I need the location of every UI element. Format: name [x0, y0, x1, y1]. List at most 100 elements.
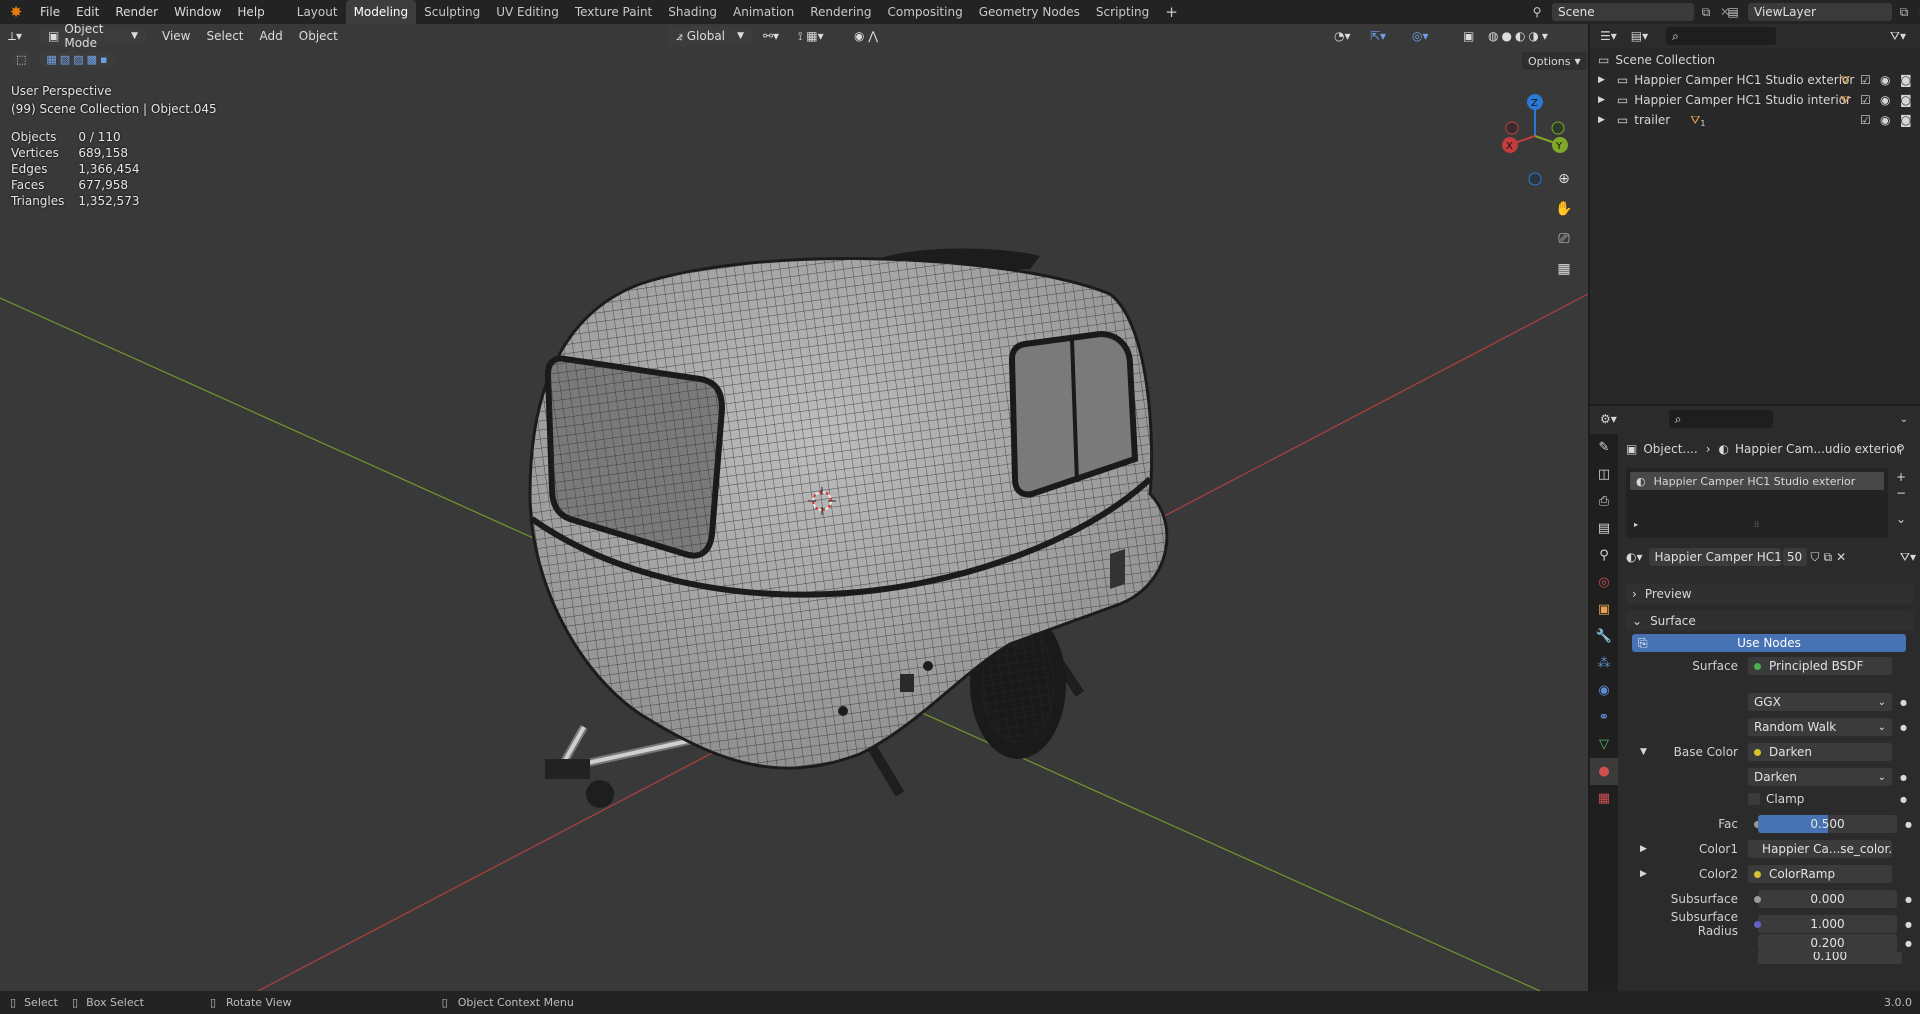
- display-mode-icon[interactable]: ▤▾: [1631, 29, 1648, 43]
- tab-texture-paint[interactable]: Texture Paint: [567, 0, 660, 24]
- menu-object[interactable]: Object: [291, 26, 346, 46]
- properties-search-input[interactable]: ⌕: [1668, 410, 1773, 428]
- object-tab-icon[interactable]: ▣: [1590, 596, 1618, 623]
- menu-file[interactable]: File: [32, 0, 68, 24]
- tool-tab-icon[interactable]: ✎: [1590, 434, 1618, 461]
- material-tab-icon[interactable]: ●: [1590, 758, 1618, 785]
- menu-view[interactable]: View: [154, 26, 198, 46]
- tab-shading[interactable]: Shading: [660, 0, 725, 24]
- perspective-grid-icon[interactable]: ▦: [1549, 254, 1579, 284]
- viewlayer-field[interactable]: ViewLayer: [1748, 3, 1892, 21]
- visibility-icon[interactable]: ◔▾: [1326, 26, 1359, 46]
- render-tab-icon[interactable]: ◫: [1590, 461, 1618, 488]
- color2-field[interactable]: ColorRamp: [1748, 865, 1892, 883]
- slot-menu-icon[interactable]: ⌄: [1896, 512, 1906, 526]
- eye-icon[interactable]: ◉: [1880, 73, 1890, 87]
- scene-collection-row[interactable]: ▭ Scene Collection: [1598, 50, 1715, 70]
- options-button[interactable]: Options ▼: [1522, 52, 1587, 70]
- transform-orientation-dropdown[interactable]: ⦨ Global ▼: [668, 26, 752, 46]
- eye-icon[interactable]: ◉: [1880, 113, 1890, 127]
- close-viewlayer-icon[interactable]: ✕: [1916, 5, 1920, 19]
- checkbox-icon[interactable]: ☑: [1860, 73, 1871, 87]
- outliner-editor-icon[interactable]: ☰▾: [1600, 29, 1617, 43]
- menu-help[interactable]: Help: [229, 0, 272, 24]
- tab-animation[interactable]: Animation: [725, 0, 802, 24]
- keyframe-dot-icon[interactable]: ●: [1900, 698, 1907, 707]
- constraints-tab-icon[interactable]: ⚭: [1590, 704, 1618, 731]
- unlink-icon[interactable]: ✕: [1836, 550, 1846, 564]
- keyframe-dot-icon[interactable]: ●: [1900, 723, 1907, 732]
- world-tab-icon[interactable]: ◎: [1590, 569, 1618, 596]
- keyframe-dot-icon[interactable]: ●: [1900, 795, 1907, 804]
- camper-trailer-model[interactable]: [528, 248, 1169, 808]
- fac-slider[interactable]: 0.500: [1758, 815, 1898, 833]
- blend-mode-dropdown[interactable]: Darken ⌄: [1748, 768, 1892, 786]
- camera-icon[interactable]: ◙: [1900, 93, 1912, 107]
- keyframe-dot-icon[interactable]: ●: [1905, 820, 1912, 829]
- scene-tab-icon[interactable]: ⚲: [1590, 542, 1618, 569]
- distribution-dropdown[interactable]: GGX ⌄: [1748, 693, 1892, 711]
- gizmo-toggle-icon[interactable]: ⇱▾: [1362, 26, 1394, 46]
- subsurface-radius-z-field[interactable]: 0.100: [1758, 952, 1902, 964]
- clamp-checkbox[interactable]: Clamp: [1748, 792, 1892, 806]
- overlays-toggle-icon[interactable]: ◎▾: [1404, 26, 1437, 46]
- fake-user-icon[interactable]: ⛉: [1811, 550, 1820, 565]
- view-layer-tab-icon[interactable]: ▤: [1590, 515, 1618, 542]
- pan-hand-icon[interactable]: ✋: [1549, 194, 1579, 224]
- menu-add[interactable]: Add: [252, 26, 291, 46]
- surface-shader-field[interactable]: Principled BSDF: [1748, 657, 1892, 675]
- scene-field[interactable]: Scene: [1552, 3, 1694, 21]
- 3d-viewport[interactable]: ⟂▾ ▣ Object Mode ▼ View Select Add Objec…: [0, 24, 1588, 991]
- tab-compositing[interactable]: Compositing: [879, 0, 970, 24]
- xray-toggle-icon[interactable]: ▣: [1455, 26, 1482, 46]
- menu-render[interactable]: Render: [107, 0, 166, 24]
- menu-select[interactable]: Select: [198, 26, 251, 46]
- expand-right-icon[interactable]: ▶: [1640, 869, 1647, 879]
- remove-slot-icon[interactable]: −: [1896, 486, 1906, 500]
- tab-uv-editing[interactable]: UV Editing: [488, 0, 567, 24]
- color1-field[interactable]: Happier Ca...se_color.png: [1748, 840, 1892, 858]
- material-slot-item[interactable]: ◐ Happier Camper HC1 Studio exterior: [1630, 472, 1884, 490]
- tab-modeling[interactable]: Modeling: [345, 0, 417, 24]
- subsurface-field[interactable]: 0.000: [1758, 890, 1898, 908]
- checkbox-icon[interactable]: ☑: [1860, 113, 1871, 127]
- add-workspace-icon[interactable]: +: [1157, 0, 1186, 24]
- editor-type-icon[interactable]: ⟂▾: [0, 26, 40, 46]
- subsurface-method-dropdown[interactable]: Random Walk ⌄: [1748, 718, 1892, 736]
- expand-icon[interactable]: ▶: [1598, 115, 1605, 125]
- outliner-item[interactable]: ▶ ▭ Happier Camper HC1 Studio exterior ⛛…: [1590, 70, 1920, 90]
- subsurface-radius-x-field[interactable]: 1.000: [1758, 915, 1898, 933]
- keyframe-dot-icon[interactable]: ●: [1905, 939, 1912, 948]
- camera-icon[interactable]: ◙: [1900, 73, 1912, 87]
- tab-layout[interactable]: Layout: [289, 0, 346, 24]
- preview-panel-header[interactable]: › Preview: [1626, 584, 1914, 604]
- users-count[interactable]: 50: [1782, 548, 1807, 566]
- tab-sculpting[interactable]: Sculpting: [416, 0, 488, 24]
- pivot-point-icon[interactable]: ⚯▾: [755, 26, 787, 46]
- select-box-icons[interactable]: ▦▧▨▩▪: [40, 52, 117, 67]
- tab-geometry-nodes[interactable]: Geometry Nodes: [971, 0, 1088, 24]
- keyframe-dot-icon[interactable]: ●: [1900, 773, 1907, 782]
- object-mode-dropdown[interactable]: ▣ Object Mode ▼: [40, 24, 146, 50]
- shading-modes-icon[interactable]: ◍●◐◑▾: [1480, 26, 1559, 46]
- eye-icon[interactable]: ◉: [1880, 93, 1890, 107]
- menu-edit[interactable]: Edit: [68, 0, 107, 24]
- node-link-icon[interactable]: ⛛▾: [1900, 550, 1916, 565]
- use-nodes-button[interactable]: ⎘ Use Nodes: [1632, 634, 1906, 652]
- scene-icon[interactable]: ⚲: [1526, 5, 1548, 19]
- expand-down-icon[interactable]: ▼: [1640, 747, 1647, 757]
- checkbox-icon[interactable]: ☑: [1860, 93, 1871, 107]
- viewlayer-icon[interactable]: ▤: [1722, 5, 1744, 19]
- surface-panel-header[interactable]: ⌄ Surface: [1626, 611, 1914, 631]
- physics-tab-icon[interactable]: ◉: [1590, 677, 1618, 704]
- outliner-search-input[interactable]: ⌕: [1666, 27, 1777, 45]
- camera-view-icon[interactable]: ⎚: [1549, 224, 1579, 254]
- expand-icon[interactable]: ▸: [1634, 520, 1638, 529]
- select-tool-icon[interactable]: ⬚: [12, 52, 31, 67]
- chevron-down-icon[interactable]: ⌄: [1900, 414, 1908, 425]
- expand-icon[interactable]: ▶: [1598, 75, 1605, 85]
- tab-scripting[interactable]: Scripting: [1088, 0, 1157, 24]
- outliner-item[interactable]: ▶ ▭ Happier Camper HC1 Studio interior ⛛…: [1590, 90, 1920, 110]
- material-browse-icon[interactable]: ◐▾: [1626, 550, 1643, 564]
- material-name-field[interactable]: Happier Camper HC1 ...: [1648, 548, 1781, 566]
